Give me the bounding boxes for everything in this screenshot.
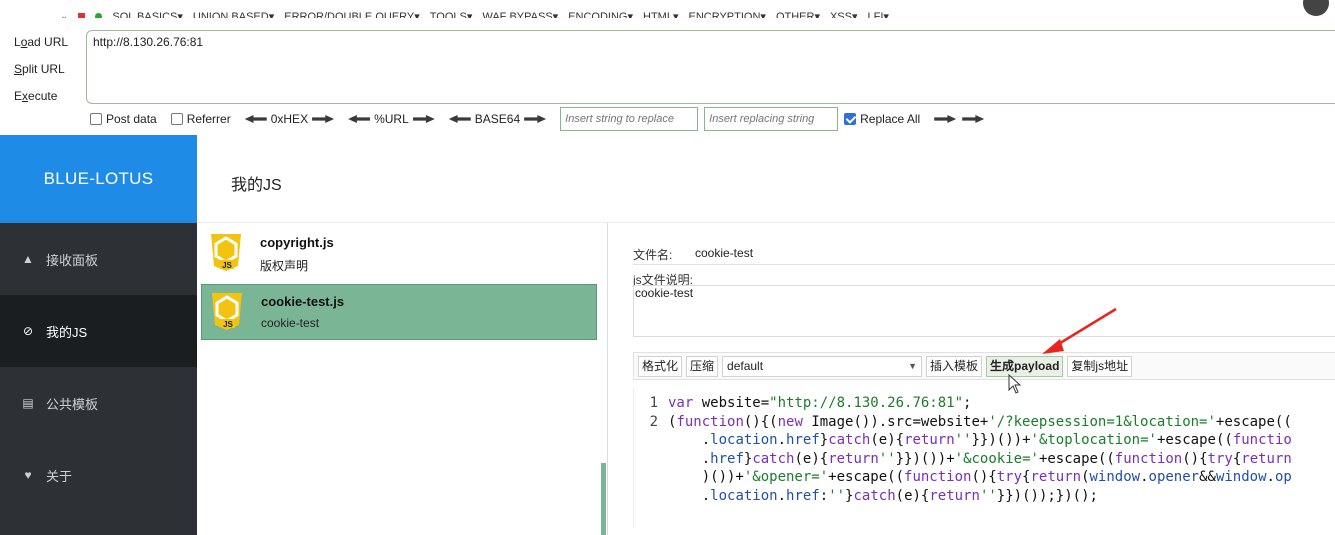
line-number: 1	[649, 395, 658, 411]
js-shield-icon: JS	[212, 293, 242, 330]
js-editor-panel: 文件名: cookie-test js文件说明: cookie-test 格式化…	[608, 223, 1335, 535]
list-item[interactable]: JS cookie-test.js cookie-test	[201, 284, 597, 340]
line-number: 2	[649, 413, 658, 430]
template-select-value: default	[727, 359, 764, 373]
menu-xss[interactable]: XSS▾	[830, 10, 858, 19]
arrow-left-icon[interactable]	[348, 115, 371, 123]
inbox-icon: ▲	[22, 252, 34, 266]
arrow-left-icon[interactable]	[244, 115, 267, 123]
chevron-down-icon[interactable]: ⌄	[60, 11, 68, 19]
url-encode-group: %URL	[348, 112, 435, 126]
caret-down-icon: ▼	[908, 361, 918, 371]
brand-logo[interactable]: BLUE-LOTUS	[0, 135, 197, 223]
js-file-name: cookie-test.js	[261, 294, 345, 309]
url-encode-label: %URL	[374, 112, 409, 126]
compress-button[interactable]: 压缩	[686, 355, 719, 377]
execute-button[interactable]: Execute	[14, 87, 74, 114]
list-item[interactable]: JS copyright.js 版权声明	[201, 226, 597, 282]
menu-tools[interactable]: TOOLS▾	[430, 10, 473, 19]
post-data-label: Post data	[106, 112, 157, 126]
sidebar-item-about[interactable]: ♥ 关于	[0, 439, 197, 511]
menu-error-double[interactable]: ERROR/DOUBLE QUERY▾	[284, 10, 420, 19]
referrer-label: Referrer	[186, 112, 231, 126]
replacing-string-input[interactable]	[704, 107, 839, 131]
base64-group: BASE64	[448, 112, 547, 126]
paperclip-icon: ⊘	[22, 324, 34, 338]
page-title: 我的JS	[231, 177, 282, 194]
top-bar: 我的JS	[197, 135, 1335, 223]
insert-template-button[interactable]: 插入模板	[926, 355, 983, 377]
arrow-right-icon[interactable]	[934, 115, 957, 123]
load-url-button[interactable]: Load URL	[14, 33, 74, 60]
code-editor[interactable]: 1 var website="http://8.130.26.76:81"; 2(…	[633, 388, 1335, 528]
js-file-desc: 版权声明	[260, 259, 309, 273]
hex-group: 0xHEX	[244, 112, 335, 126]
hackbar-options: Post data Referrer 0xHEX %URL BASE64 Rep…	[90, 106, 985, 132]
copy-js-url-button[interactable]: 复制js地址	[1067, 355, 1133, 377]
hackbar-menu-items: ⌄ SQL BASICS▾ UNION BASED▾ ERROR/DOUBLE …	[60, 6, 889, 18]
arrow-left-icon[interactable]	[448, 115, 471, 123]
divider	[633, 264, 1335, 265]
green-dot-icon	[95, 12, 103, 18]
arrow-right-icon[interactable]	[312, 115, 335, 123]
scrollbar[interactable]	[601, 463, 606, 535]
menu-waf-bypass[interactable]: WAF BYPASS▾	[482, 10, 558, 19]
base64-label: BASE64	[474, 112, 521, 126]
close-icon[interactable]	[1303, 0, 1329, 16]
menu-encryption[interactable]: ENCRYPTION▾	[688, 10, 765, 19]
template-select[interactable]: default ▼	[722, 355, 923, 377]
sidebar: ▲ 接收面板 ⊘ 我的JS ▤ 公共模板 ♥ 关于	[0, 223, 197, 535]
sidebar-item-label: 接收面板	[46, 252, 99, 268]
arrow-right-icon[interactable]	[412, 115, 435, 123]
hex-label: 0xHEX	[270, 112, 309, 126]
replace-string-input[interactable]	[560, 107, 699, 131]
sidebar-item-label: 关于	[46, 468, 73, 484]
replace-all-label: Replace All	[860, 112, 921, 126]
js-file-name: copyright.js	[260, 235, 334, 250]
filename-label: 文件名:	[633, 248, 673, 262]
sidebar-item-myjs[interactable]: ⊘ 我的JS	[0, 295, 197, 367]
hackbar-actions: Load URL Split URL Execute	[14, 33, 74, 114]
js-file-list: JS copyright.js 版权声明 JS cookie-test.js c…	[197, 223, 608, 535]
split-url-button[interactable]: Split URL	[14, 60, 74, 87]
file-icon: ▤	[22, 396, 34, 410]
menu-union-based[interactable]: UNION BASED▾	[193, 10, 274, 19]
post-data-checkbox[interactable]	[90, 113, 102, 125]
heart-icon: ♥	[24, 468, 32, 482]
js-file-desc: cookie-test	[261, 316, 320, 330]
mouse-cursor-icon	[1008, 374, 1022, 394]
arrow-right-icon[interactable]	[524, 115, 547, 123]
menu-encoding[interactable]: ENCODING▾	[568, 10, 633, 19]
menu-html[interactable]: HTML▾	[643, 10, 678, 19]
arrow-right-icon[interactable]	[962, 115, 985, 123]
sidebar-item-templates[interactable]: ▤ 公共模板	[0, 367, 197, 439]
svg-text:JS: JS	[222, 261, 232, 270]
menu-sql-basics[interactable]: SQL BASICS▾	[112, 10, 183, 19]
svg-text:JS: JS	[223, 320, 233, 329]
desc-textarea[interactable]: cookie-test	[633, 285, 1335, 337]
sidebar-item-label: 我的JS	[46, 324, 88, 340]
editor-toolbar: 格式化 压缩 default ▼ 插入模板 生成payload 复制js地址	[633, 352, 1335, 380]
generate-payload-button[interactable]: 生成payload	[986, 355, 1064, 377]
menu-other[interactable]: OTHER▾	[776, 10, 820, 19]
js-shield-icon: JS	[211, 234, 241, 271]
filename-field[interactable]: cookie-test	[695, 246, 753, 260]
menu-lfi[interactable]: LFI▾	[868, 10, 889, 19]
sidebar-item-label: 公共模板	[46, 396, 99, 412]
red-square-icon	[78, 12, 86, 18]
replace-all-checkbox[interactable]	[844, 113, 857, 125]
url-textarea[interactable]: http://8.130.26.76:81	[86, 30, 1335, 104]
hackbar-menu: ⌄ SQL BASICS▾ UNION BASED▾ ERROR/DOUBLE …	[0, 0, 1335, 18]
format-button[interactable]: 格式化	[638, 355, 683, 377]
sidebar-item-inbox[interactable]: ▲ 接收面板	[0, 223, 197, 295]
referrer-checkbox[interactable]	[170, 113, 183, 125]
